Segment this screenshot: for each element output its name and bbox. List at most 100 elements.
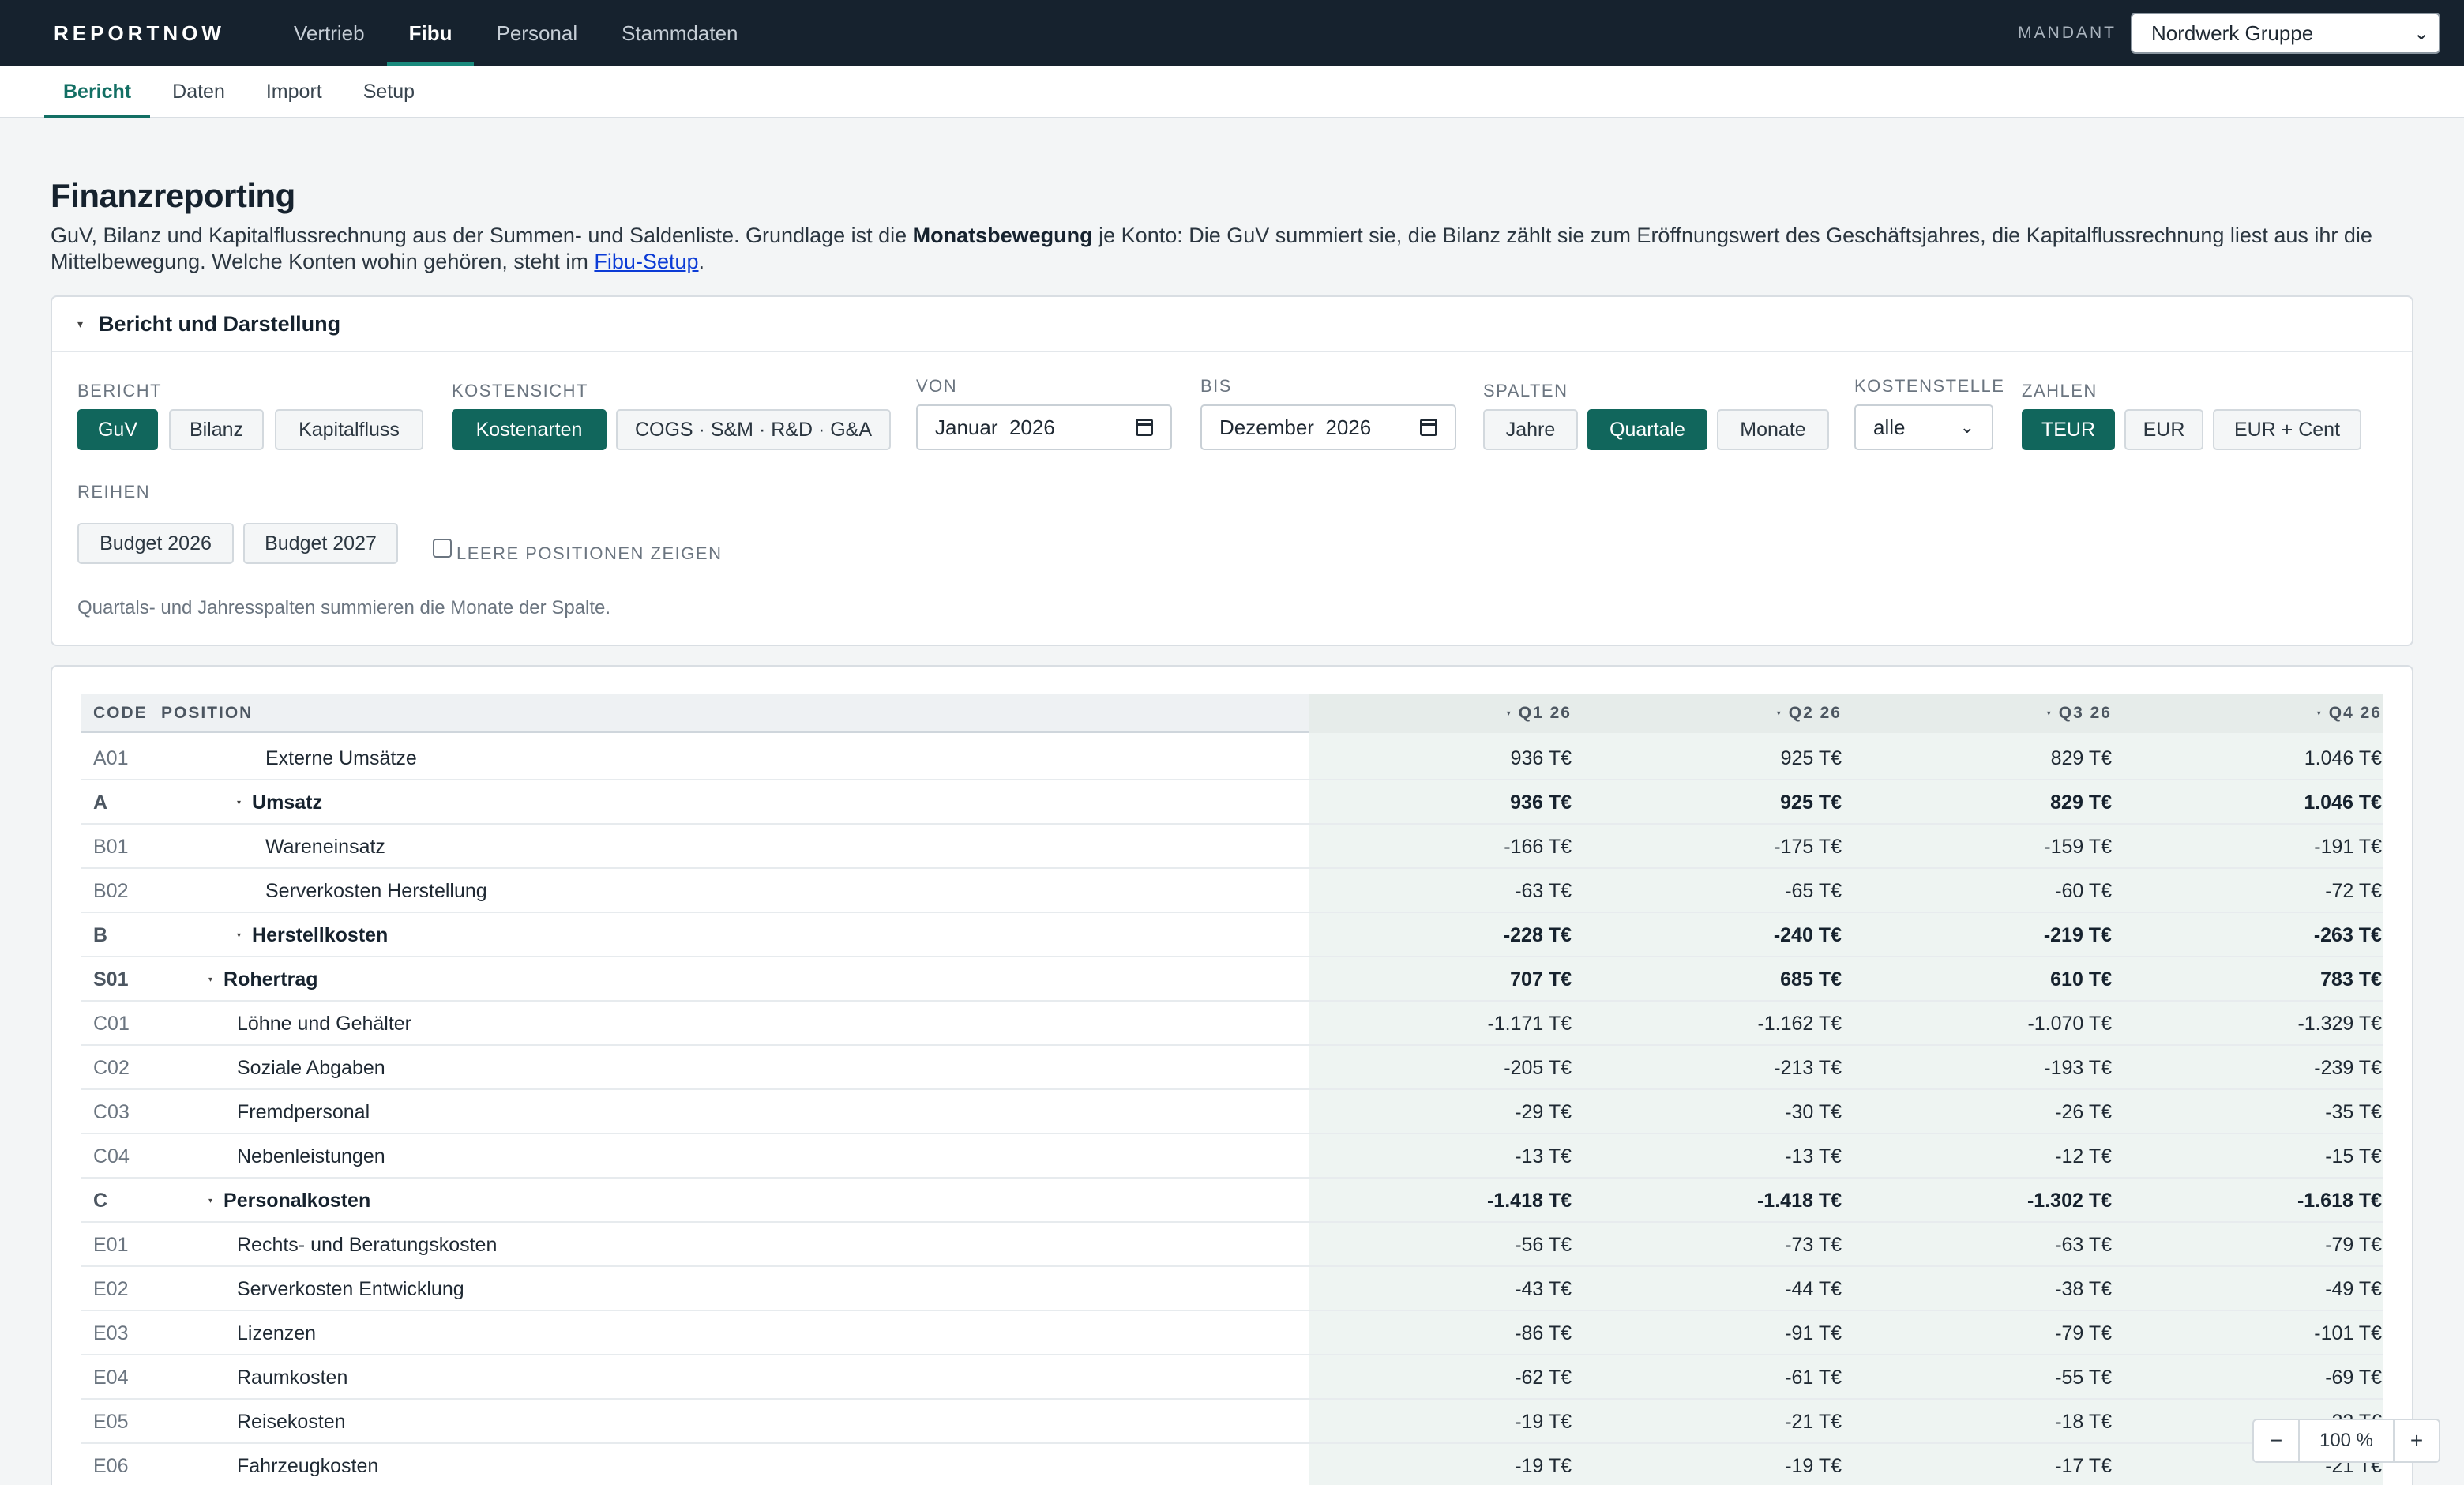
table-row[interactable]: C01 Löhne und Gehälter -1.171 T€ -1.162 T€ -…	[81, 1002, 2383, 1046]
nav-stammdaten[interactable]: Stammdaten	[599, 0, 760, 66]
row-position: Lizenzen	[237, 1311, 316, 1355]
expand-caret-icon[interactable]: ▾	[237, 799, 241, 807]
row-position[interactable]: ▾ Personalkosten	[208, 1179, 370, 1223]
expand-caret-icon[interactable]: ▾	[208, 1197, 212, 1205]
tab-import[interactable]: Import	[247, 66, 341, 117]
row-value-q3: 610 T€	[2050, 968, 2112, 991]
reihen-budget-2027-button[interactable]: Budget 2027	[243, 523, 398, 564]
row-position[interactable]: ▾ Herstellkosten	[237, 913, 388, 957]
tab-setup[interactable]: Setup	[344, 66, 434, 117]
header-code[interactable]: CODE	[93, 694, 148, 733]
row-value-q2: -213 T€	[1774, 1056, 1842, 1079]
table-row[interactable]: B01 Wareneinsatz -166 T€ -175 T€ -159 T€ -191…	[81, 825, 2383, 869]
tab-daten[interactable]: Daten	[153, 66, 244, 117]
row-value-q2: -73 T€	[1785, 1233, 1842, 1256]
fibu-setup-link[interactable]: Fibu-Setup	[594, 250, 698, 273]
row-position: Fahrzeugkosten	[237, 1444, 378, 1485]
nav-personal[interactable]: Personal	[474, 0, 599, 66]
bericht-bilanz-button[interactable]: Bilanz	[169, 409, 264, 450]
row-position-label: Raumkosten	[237, 1366, 348, 1389]
row-position-label: Umsatz	[252, 791, 322, 814]
row-value-q2: -44 T€	[1785, 1277, 1842, 1300]
spalten-monate-button[interactable]: Monate	[1717, 409, 1829, 450]
table-row[interactable]: E05Reisekosten-19 T€-21 T€-18 T€-23 T€	[81, 1400, 2383, 1444]
table-row[interactable]: S01 ▾ Rohertrag 707 T€ 685 T€ 610 T€ 783 T€	[81, 957, 2383, 1002]
table-row[interactable]: C03 Fremdpersonal -29 T€ -30 T€ -26 T€ -35 T€	[81, 1090, 2383, 1134]
nav-vertrieb[interactable]: Vertrieb	[272, 0, 387, 66]
row-value-q1: -19 T€	[1515, 1454, 1572, 1477]
kostenstelle-select[interactable]: alle ⌄	[1854, 404, 1993, 450]
row-value-q4: -101 T€	[2314, 1321, 2382, 1344]
mandant-value: Nordwerk Gruppe	[2151, 21, 2314, 45]
leere-positionen-checkbox[interactable]	[433, 539, 452, 558]
row-value-q4: -1.618 T€	[2297, 1189, 2382, 1212]
table-row[interactable]: C02 Soziale Abgaben -205 T€ -213 T€ -193 T€ -…	[81, 1046, 2383, 1090]
row-code: E02	[93, 1277, 129, 1300]
row-value-q2: -65 T€	[1785, 879, 1842, 902]
row-position[interactable]: ▾ Umsatz	[237, 780, 322, 825]
von-value: Januar 2026	[935, 415, 1055, 439]
table-row[interactable]: A ▾ Umsatz 936 T€ 925 T€ 829 T€ 1.046 T€	[81, 780, 2383, 825]
row-position-label: Lizenzen	[237, 1321, 317, 1344]
zoom-out-button[interactable]: −	[2254, 1420, 2298, 1461]
kostensicht-kostenarten-button[interactable]: Kostenarten	[452, 409, 607, 450]
zahlen-eur-button[interactable]: EUR	[2124, 409, 2203, 450]
row-position: Nebenleistungen	[237, 1134, 385, 1179]
zahlen-teur-button[interactable]: TEUR	[2022, 409, 2115, 450]
row-position: Wareneinsatz	[265, 825, 385, 869]
row-value-q2: -30 T€	[1785, 1100, 1842, 1123]
row-value-q2: -1.162 T€	[1757, 1012, 1842, 1035]
row-position-label: Nebenleistungen	[237, 1145, 385, 1167]
table-row[interactable]: C04 Nebenleistungen -13 T€ -13 T€ -12 T€ -15 …	[81, 1134, 2383, 1179]
row-position: Externe Umsätze	[265, 736, 417, 780]
panel-header[interactable]: ▾ Bericht und Darstellung	[52, 297, 2412, 352]
row-code: E03	[93, 1321, 129, 1344]
brand-logo[interactable]: REPORTNOW	[54, 21, 272, 46]
header-q2[interactable]: ▾ Q2 26	[1613, 694, 1842, 733]
reihen-budget-2026-button[interactable]: Budget 2026	[77, 523, 234, 564]
bis-date-input[interactable]: Dezember 2026	[1200, 404, 1456, 450]
expand-caret-icon[interactable]: ▾	[237, 931, 241, 940]
bericht-kapitalfluss-button[interactable]: Kapitalfluss	[275, 409, 423, 450]
calendar-icon[interactable]	[1136, 419, 1153, 436]
leere-positionen-label[interactable]: LEERE POSITIONEN ZEIGEN	[456, 543, 722, 564]
bis-label: BIS	[1200, 376, 1232, 396]
table-row[interactable]: A01 Externe Umsätze 936 T€ 925 T€ 829 T€ 1.04…	[81, 736, 2383, 780]
table-row[interactable]: E02 Serverkosten Entwicklung -43 T€ -44 T€ -…	[81, 1267, 2383, 1311]
row-code: A	[93, 791, 108, 814]
spalten-jahre-button[interactable]: Jahre	[1483, 409, 1578, 450]
calendar-icon[interactable]	[1420, 419, 1437, 436]
kostensicht-funktionen-button[interactable]: COGS · S&M · R&D · G&A	[616, 409, 891, 450]
table-row[interactable]: B ▾ Herstellkosten -228 T€ -240 T€ -219 T€ -26…	[81, 913, 2383, 957]
table-row[interactable]: E01 Rechts- und Beratungskosten -56 T€ -73 …	[81, 1223, 2383, 1267]
table-row[interactable]: B02 Serverkosten Herstellung -63 T€ -65 T€ -…	[81, 869, 2383, 913]
row-position-label: Fahrzeugkosten	[237, 1454, 379, 1477]
row-value-q1: -205 T€	[1504, 1056, 1572, 1079]
bericht-guv-button[interactable]: GuV	[77, 409, 158, 450]
table-row[interactable]: E04 Raumkosten -62 T€ -61 T€ -55 T€ -69 T€	[81, 1355, 2383, 1400]
nav-fibu[interactable]: Fibu	[386, 0, 475, 66]
row-value-q2: -61 T€	[1785, 1366, 1842, 1389]
table-row[interactable]: C ▾ Personalkosten -1.418 T€ -1.418 T€ -1.302…	[81, 1179, 2383, 1223]
header-q4[interactable]: ▾ Q4 26	[2151, 694, 2382, 733]
tab-bericht[interactable]: Bericht	[44, 66, 151, 118]
row-value-q4: -15 T€	[2325, 1145, 2382, 1167]
table-row[interactable]: E06 Fahrzeugkosten -19 T€ -19 T€ -17 T€ -21 T…	[81, 1444, 2383, 1485]
row-value-q1: -43 T€	[1515, 1277, 1572, 1300]
header-q3[interactable]: ▾ Q3 26	[1883, 694, 2112, 733]
von-date-input[interactable]: Januar 2026	[916, 404, 1172, 450]
row-code: C	[93, 1189, 108, 1212]
table-row[interactable]: E03 Lizenzen -86 T€ -91 T€ -79 T€ -101 T€	[81, 1311, 2383, 1355]
row-position: Soziale Abgaben	[237, 1046, 385, 1090]
header-position[interactable]: POSITION	[161, 694, 253, 733]
top-navbar: REPORTNOW Vertrieb Fibu Personal Stammda…	[0, 0, 2464, 66]
row-position-label: Soziale Abgaben	[237, 1056, 385, 1079]
kostensicht-label: KOSTENSICHT	[452, 381, 588, 400]
spalten-quartale-button[interactable]: Quartale	[1587, 409, 1707, 450]
zoom-in-button[interactable]: +	[2395, 1420, 2439, 1461]
row-position[interactable]: ▾ Rohertrag	[208, 957, 318, 1002]
header-q1[interactable]: ▾ Q1 26	[1344, 694, 1572, 733]
expand-caret-icon[interactable]: ▾	[208, 976, 212, 984]
zahlen-eur-cent-button[interactable]: EUR + Cent	[2213, 409, 2361, 450]
mandant-select[interactable]: Nordwerk Gruppe ⌄	[2131, 13, 2440, 54]
